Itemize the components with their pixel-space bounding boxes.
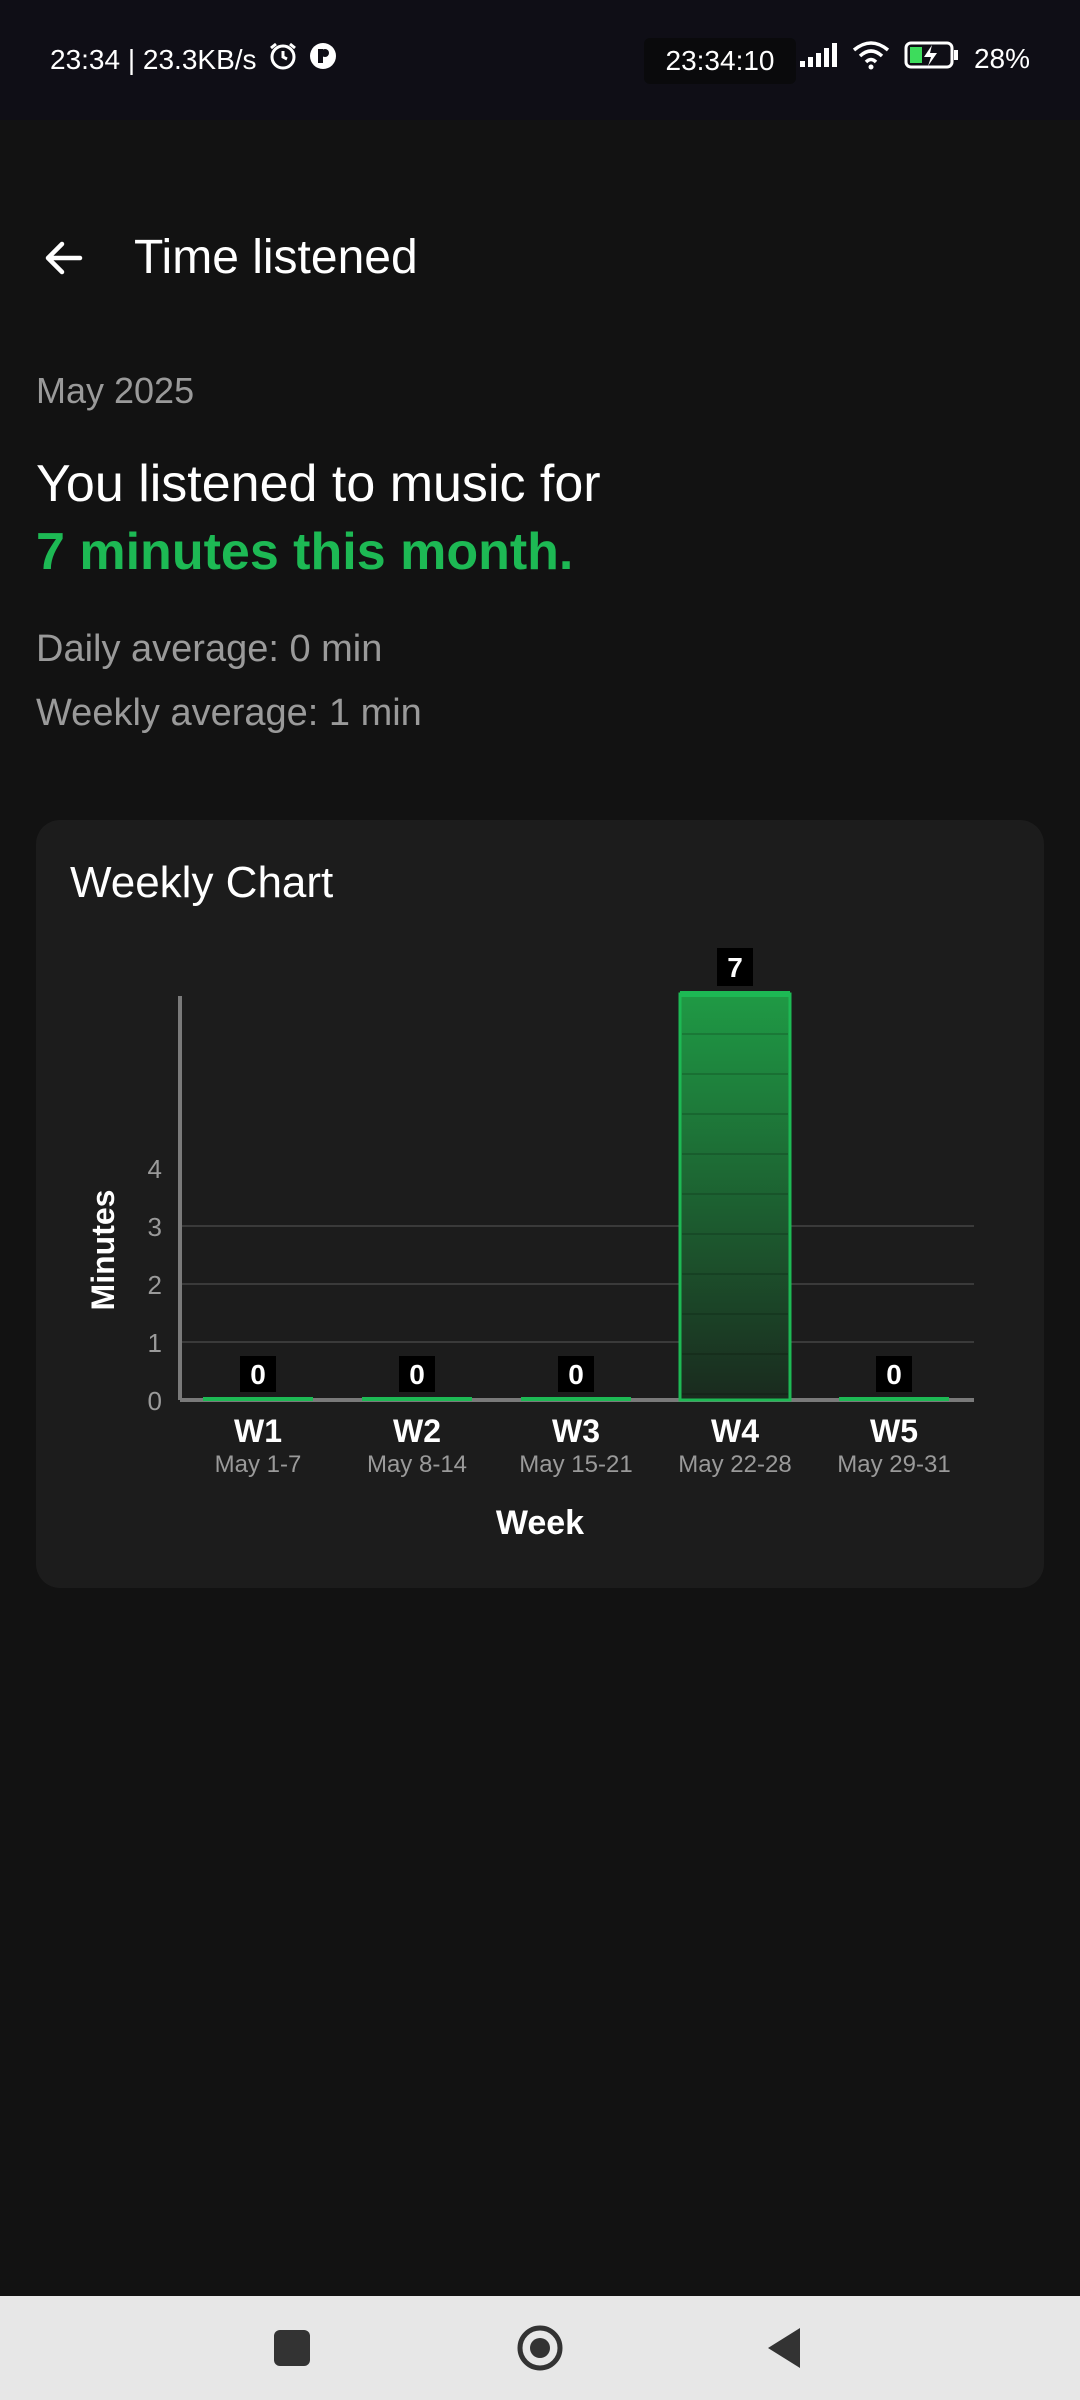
app-notification-icon	[309, 42, 337, 77]
status-left: 23:34 | 23.3KB/s	[50, 40, 337, 79]
x-tick-sublabel: May 1-7	[215, 1451, 302, 1478]
value-label: 7	[727, 952, 743, 983]
page-title: Time listened	[134, 231, 418, 284]
y-tick-label: 2	[148, 1270, 162, 1300]
status-right: 28%	[798, 40, 1030, 77]
summary-line2: 7 minutes this month.	[36, 523, 574, 581]
system-nav-bar	[0, 2296, 1080, 2400]
bar-top-cap	[680, 991, 790, 997]
status-clock: 23:34:10	[644, 38, 796, 84]
bar-w4	[678, 992, 792, 1402]
battery-charging-icon	[904, 40, 960, 77]
daily-average: Daily average: 0 min	[36, 628, 383, 670]
weekly-bar-chart: 01234Minutes0W1May 1-70W2May 8-140W3May …	[85, 948, 974, 1542]
period-label: May 2025	[36, 370, 195, 411]
summary-line1: You listened to music for	[36, 455, 601, 513]
x-tick-sublabel: May 22-28	[678, 1451, 791, 1478]
y-tick-label: 1	[148, 1328, 162, 1358]
x-tick-sublabel: May 8-14	[367, 1451, 467, 1478]
y-tick-label: 3	[148, 1212, 162, 1242]
y-tick-label: 4	[148, 1154, 162, 1184]
weekly-chart-card: Weekly Chart 0 1 2 3 4 Minutes 0 W1 May 1-7 0 W2 Ma…	[36, 820, 1044, 1588]
x-tick-sublabel: May 15-21	[519, 1451, 632, 1478]
status-bar: 23:34 | 23.3KB/s 23:34:10 28%	[0, 0, 1080, 120]
alarm-icon	[267, 40, 299, 79]
x-tick-label: W4	[711, 1413, 759, 1449]
x-tick-label: W3	[552, 1413, 600, 1449]
back-triangle-icon[interactable]	[758, 2320, 814, 2376]
signal-icon	[798, 41, 838, 76]
weekly-average: Weekly average: 1 min	[36, 692, 422, 734]
battery-percent: 28%	[973, 42, 1030, 74]
back-arrow-icon[interactable]	[36, 230, 92, 286]
app-bar: Time listened	[0, 200, 1080, 320]
status-time-speed: 23:34 | 23.3KB/s	[50, 43, 257, 75]
summary-headline: You listened to music for 7 minutes this…	[36, 450, 601, 586]
home-circle-icon[interactable]	[512, 2320, 568, 2376]
value-label: 0	[250, 1359, 266, 1390]
recents-square-icon[interactable]	[264, 2320, 320, 2376]
value-label: 0	[568, 1359, 584, 1390]
y-axis-label: Minutes	[85, 1190, 121, 1311]
x-axis-label: Week	[496, 1504, 584, 1542]
wifi-icon	[852, 40, 890, 77]
x-tick-label: W2	[393, 1413, 441, 1449]
y-tick-label: 0	[148, 1386, 162, 1416]
x-tick-sublabel: May 29-31	[837, 1451, 950, 1478]
x-tick-label: W1	[234, 1413, 282, 1449]
x-tick-label: W5	[870, 1413, 918, 1449]
value-label: 0	[409, 1359, 425, 1390]
value-label: 0	[886, 1359, 902, 1390]
